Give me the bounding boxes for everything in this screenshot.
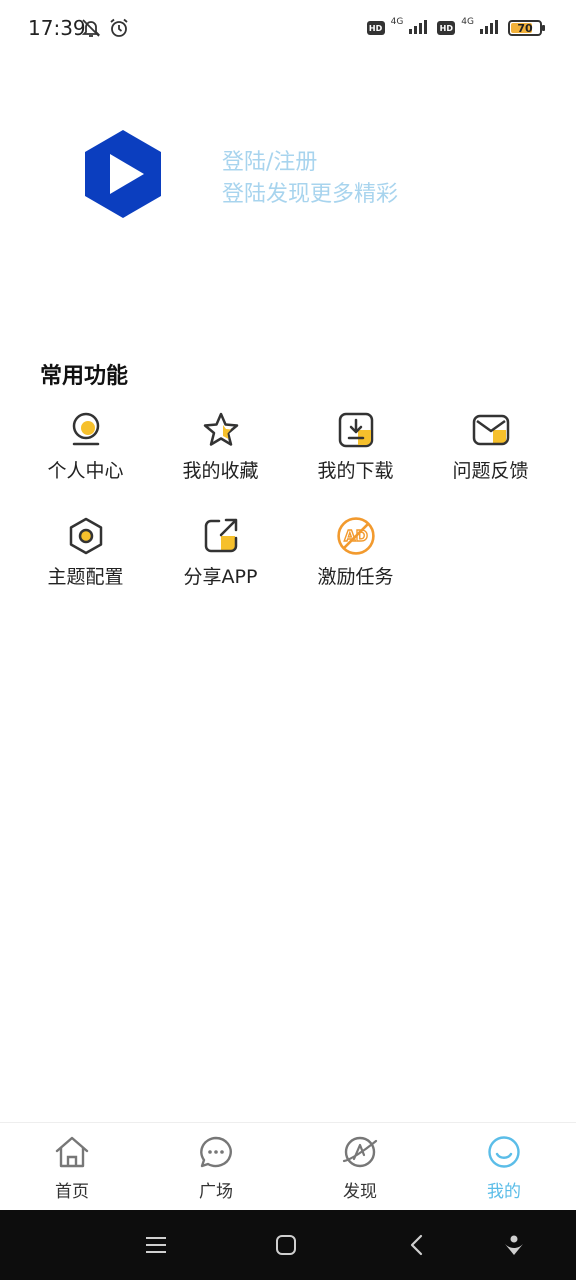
network-type-1: 4G — [390, 17, 404, 27]
system-nav-bar — [0, 1210, 576, 1280]
tab-home[interactable]: 首页 — [0, 1123, 144, 1210]
feedback-label: 问题反馈 — [452, 460, 529, 482]
downloads-button[interactable]: 我的下载 — [288, 410, 423, 486]
app-logo-play-icon — [82, 128, 164, 224]
planet-icon — [342, 1135, 378, 1173]
incentive-tasks-label: 激励任务 — [317, 566, 394, 588]
tab-square-label: 广场 — [199, 1182, 233, 1202]
theme-settings-icon — [66, 516, 106, 556]
menu-icon[interactable] — [141, 1230, 171, 1260]
share-app-label: 分享APP — [183, 566, 258, 588]
tab-mine[interactable]: 我的 — [432, 1123, 576, 1210]
bottom-tab-bar: 首页 广场 发现 我的 — [0, 1122, 576, 1210]
theme-settings-label: 主题配置 — [47, 566, 124, 588]
signal-icon-2 — [480, 18, 502, 38]
tab-discover-label: 发现 — [343, 1182, 377, 1202]
login-subtitle: 登陆发现更多精彩 — [222, 182, 399, 207]
incentive-tasks-button[interactable]: AD 激励任务 — [288, 516, 423, 592]
common-functions-title: 常用功能 — [40, 364, 129, 389]
status-bar: 17:39 HD 4G HD 4G 70 — [0, 0, 576, 58]
theme-settings-button[interactable]: 主题配置 — [18, 516, 153, 592]
alarm-clock-icon — [108, 17, 130, 43]
chat-bubble-icon — [198, 1135, 234, 1173]
login-register-link[interactable]: 登陆/注册 — [222, 144, 317, 176]
user-center-icon — [66, 410, 106, 450]
home-icon — [54, 1135, 90, 1173]
downloads-label: 我的下载 — [317, 460, 394, 482]
favorites-label: 我的收藏 — [182, 460, 259, 482]
ad-task-icon: AD — [336, 516, 376, 556]
tab-square[interactable]: 广场 — [144, 1123, 288, 1210]
smile-face-icon — [486, 1135, 522, 1173]
home-button-icon[interactable] — [271, 1230, 301, 1260]
download-icon — [336, 410, 376, 450]
tab-home-label: 首页 — [55, 1182, 89, 1202]
hd-badge-2: HD — [437, 21, 456, 35]
feedback-mail-icon — [471, 410, 511, 450]
user-center-button[interactable]: 个人中心 — [18, 410, 153, 486]
favorites-button[interactable]: 我的收藏 — [153, 410, 288, 486]
profile-header[interactable]: 登陆/注册 登陆发现更多精彩 — [0, 120, 576, 240]
status-time: 17:39 — [28, 16, 86, 40]
hd-badge: HD — [366, 21, 385, 35]
star-icon — [201, 410, 241, 450]
functions-grid: 个人中心 我的收藏 我的下载 问题反馈 主题配置 分享APP 激励任务 — [18, 410, 558, 592]
assistant-icon[interactable] — [499, 1230, 529, 1260]
back-icon[interactable] — [402, 1230, 432, 1260]
battery-icon: 70 — [508, 20, 545, 36]
battery-level: 70 — [517, 21, 533, 35]
share-app-button[interactable]: 分享APP — [153, 516, 288, 592]
feedback-button[interactable]: 问题反馈 — [423, 410, 558, 486]
share-icon — [201, 516, 241, 556]
tab-discover[interactable]: 发现 — [288, 1123, 432, 1210]
mute-bell-icon — [80, 17, 102, 43]
network-type-2: 4G — [461, 17, 474, 27]
tab-mine-label: 我的 — [487, 1182, 521, 1202]
user-center-label: 个人中心 — [47, 460, 124, 482]
signal-icon — [409, 18, 431, 38]
